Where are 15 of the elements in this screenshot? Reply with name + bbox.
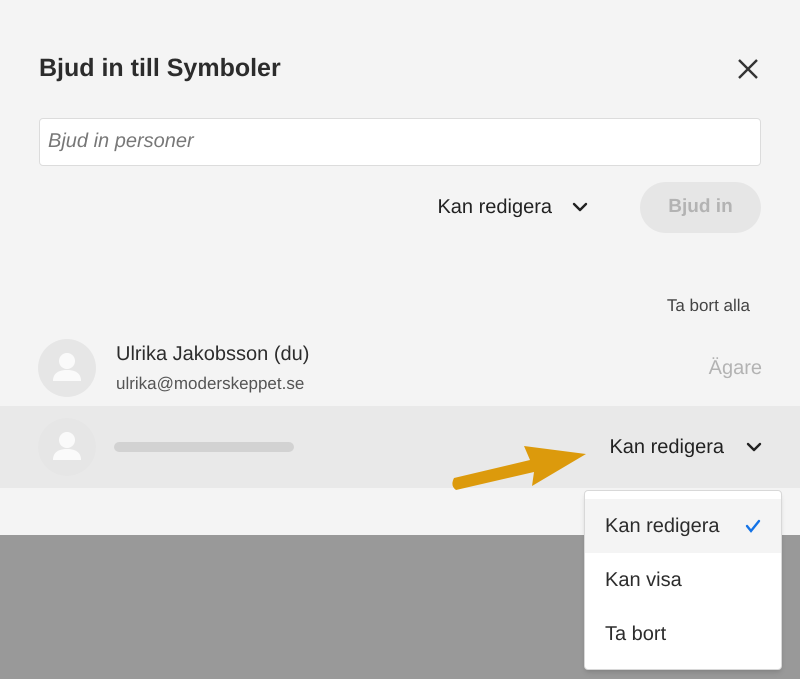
invite-field[interactable]: Bjud in personer — [39, 118, 761, 166]
close-button[interactable] — [736, 56, 760, 81]
role-dropdown[interactable]: Kan redigera — [609, 432, 762, 462]
permission-dropdown[interactable]: Kan redigera — [437, 192, 588, 222]
remove-all-link[interactable]: Ta bort alla — [666, 292, 750, 318]
chevron-down-icon — [746, 442, 762, 452]
chevron-down-icon — [572, 202, 588, 212]
checkmark-icon — [745, 519, 761, 533]
person-email: ulrika@moderskeppet.se — [116, 373, 306, 396]
role-label: Ägare — [708, 356, 762, 381]
dialog-title: Bjud in till Symboler — [39, 53, 281, 84]
menu-item[interactable]: Ta bort — [585, 607, 781, 661]
menu-item[interactable]: Kan visa — [585, 553, 781, 607]
menu-item[interactable]: Kan redigera — [585, 499, 781, 553]
person-name: Ulrika Jakobsson (du) — [116, 342, 310, 368]
